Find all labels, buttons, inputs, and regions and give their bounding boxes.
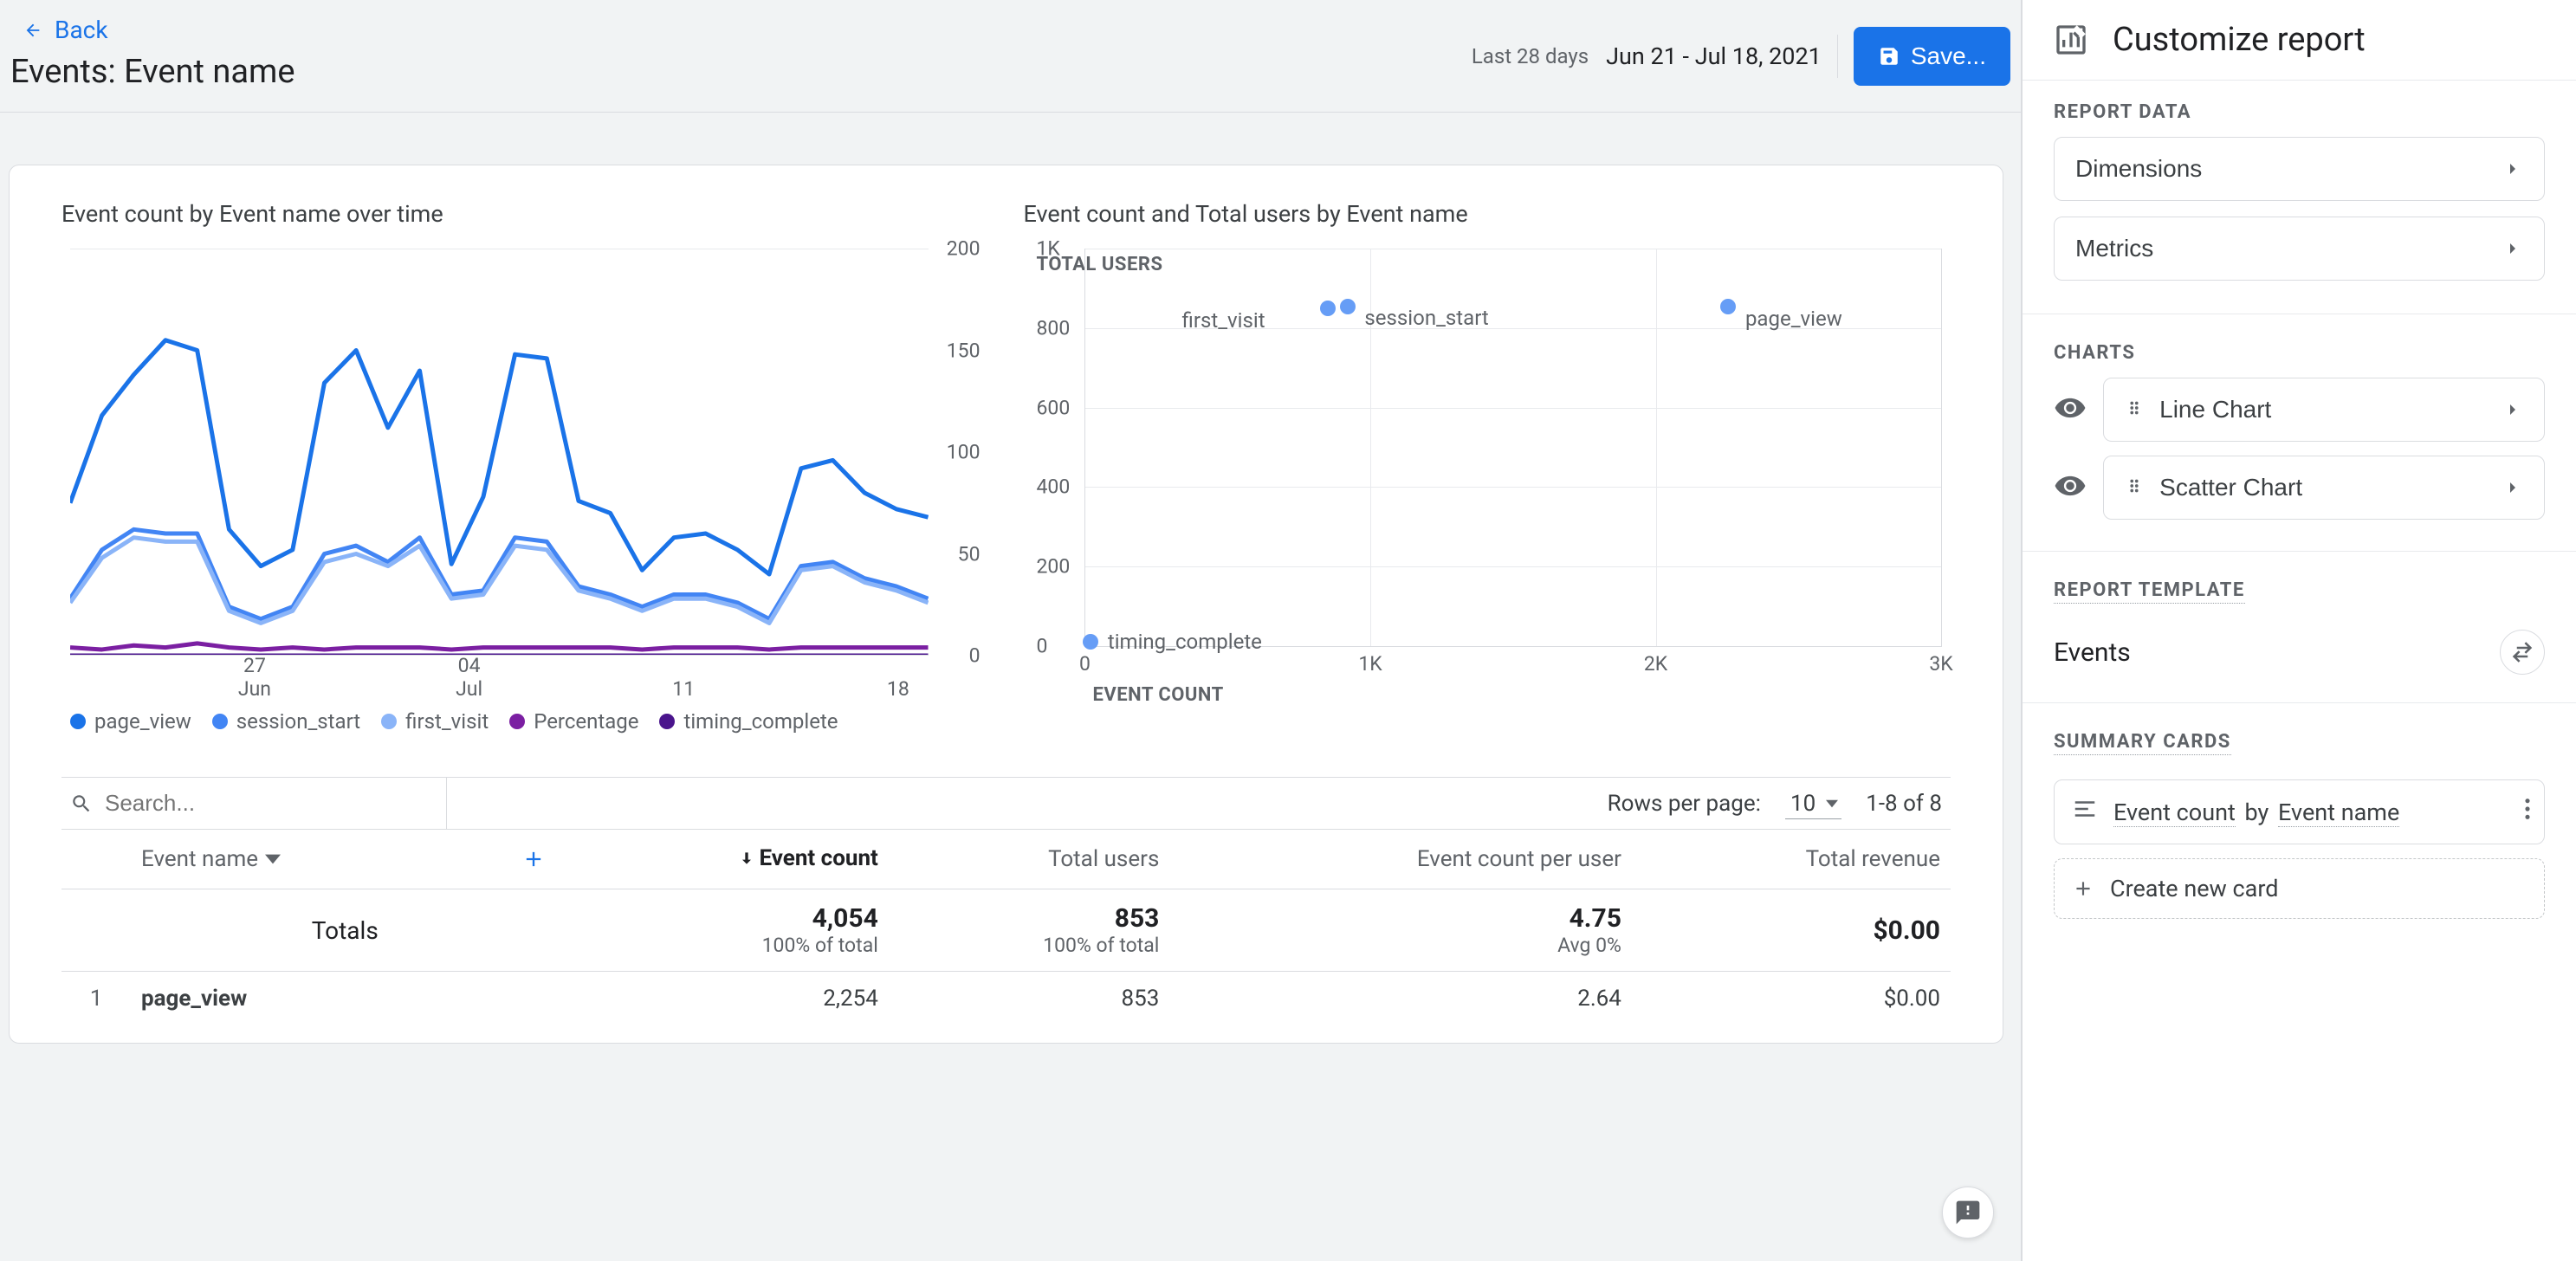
search-icon: [70, 792, 93, 815]
back-label: Back: [55, 16, 108, 44]
divider: [1837, 35, 1838, 78]
arrow-left-icon: [23, 21, 42, 40]
table-toolbar: Rows per page: 10 1-8 of 8: [61, 777, 1951, 830]
line-chart-legend: page_viewsession_startfirst_visitPercent…: [70, 709, 838, 734]
date-range-label: Last 28 days: [1465, 41, 1595, 72]
template-name: Events: [2054, 637, 2131, 668]
search-input[interactable]: [105, 790, 437, 817]
date-range-picker[interactable]: Last 28 days Jun 21 - Jul 18, 2021: [1465, 41, 1822, 72]
feedback-icon: [1954, 1199, 1982, 1226]
swap-icon: [2509, 639, 2535, 665]
column-total-users[interactable]: Total users: [889, 830, 1170, 889]
chevron-right-icon: [2502, 158, 2523, 179]
eye-icon: [2054, 469, 2087, 502]
line-chart-title: Event count by Event name over time: [61, 200, 989, 228]
drag-handle-icon: [2125, 396, 2144, 424]
scatter-chart-config[interactable]: Scatter Chart: [2103, 456, 2545, 520]
page-status: 1-8 of 8: [1866, 791, 1942, 817]
column-event-count[interactable]: Event count: [738, 845, 877, 871]
date-range-value: Jun 21 - Jul 18, 2021: [1606, 42, 1822, 70]
rows-per-page-select[interactable]: 10: [1785, 789, 1841, 819]
save-button[interactable]: Save...: [1854, 27, 2010, 86]
customize-title: Customize report: [2113, 21, 2366, 59]
column-total-revenue[interactable]: Total revenue: [1632, 830, 1951, 889]
rows-per-page-label: Rows per page:: [1608, 791, 1761, 817]
report-data-label: REPORT DATA: [2054, 101, 2545, 123]
back-link[interactable]: Back: [10, 16, 108, 44]
metrics-button[interactable]: Metrics: [2054, 217, 2545, 281]
page-header: Back Events: Event name Last 28 days Jun…: [0, 0, 2021, 113]
scatter-chart-title: Event count and Total users by Event nam…: [1024, 200, 1951, 228]
add-column-button[interactable]: [518, 844, 549, 875]
summary-cards-label: SUMMARY CARDS: [2054, 731, 2231, 755]
dimensions-button[interactable]: Dimensions: [2054, 137, 2545, 201]
summary-card[interactable]: Event count by Event name: [2054, 779, 2545, 844]
drag-handle-icon: [2125, 474, 2144, 501]
toggle-line-chart-visibility[interactable]: [2054, 391, 2087, 428]
plus-icon: [2072, 877, 2094, 900]
events-table: Event name: [61, 830, 1951, 1025]
table-row[interactable]: 1 page_view 2,254 853 2.64 $0.00: [61, 972, 1951, 1026]
toggle-scatter-chart-visibility[interactable]: [2054, 469, 2087, 506]
swap-template-button[interactable]: [2500, 630, 2545, 675]
eye-icon: [2054, 391, 2087, 424]
report-template-label: REPORT TEMPLATE: [2054, 579, 2245, 604]
report-card: Event count by Event name over time 0501…: [9, 165, 2003, 1044]
more-vert-icon: [2523, 797, 2532, 821]
column-event-name[interactable]: Event name: [141, 846, 281, 872]
charts-label: CHARTS: [2054, 342, 2545, 364]
create-new-card-button[interactable]: Create new card: [2054, 858, 2545, 919]
save-icon: [1878, 45, 1900, 68]
summary-card-text: Event count by Event name: [2113, 799, 2399, 826]
scatter-chart-panel: Event count and Total users by Event nam…: [1024, 200, 1951, 742]
caret-down-icon: [265, 851, 281, 867]
chevron-right-icon: [2502, 477, 2523, 498]
table-totals-row: Totals 4,054 100% of total 853 100% of t…: [61, 889, 1951, 972]
scatter-xlabel: EVENT COUNT: [1093, 684, 1224, 706]
summary-card-icon: [2072, 796, 2098, 828]
plus-icon: [521, 847, 546, 871]
chevron-right-icon: [2502, 238, 2523, 259]
customize-panel: Customize report REPORT DATA Dimensions …: [2022, 0, 2576, 1261]
feedback-button[interactable]: [1942, 1187, 1994, 1238]
line-chart-panel: Event count by Event name over time 0501…: [61, 200, 989, 742]
summary-card-menu[interactable]: [2523, 797, 2532, 827]
line-chart: 05010015020027Jun04Jul1118 page_viewsess…: [61, 249, 989, 742]
arrow-down-icon: [738, 850, 755, 867]
column-count-per-user[interactable]: Event count per user: [1169, 830, 1632, 889]
chevron-right-icon: [2502, 399, 2523, 420]
scatter-chart: TOTAL USERS 02004006008001K01K2K3Ktiming…: [1024, 249, 1951, 742]
customize-icon: [2054, 23, 2088, 57]
line-chart-config[interactable]: Line Chart: [2103, 378, 2545, 442]
